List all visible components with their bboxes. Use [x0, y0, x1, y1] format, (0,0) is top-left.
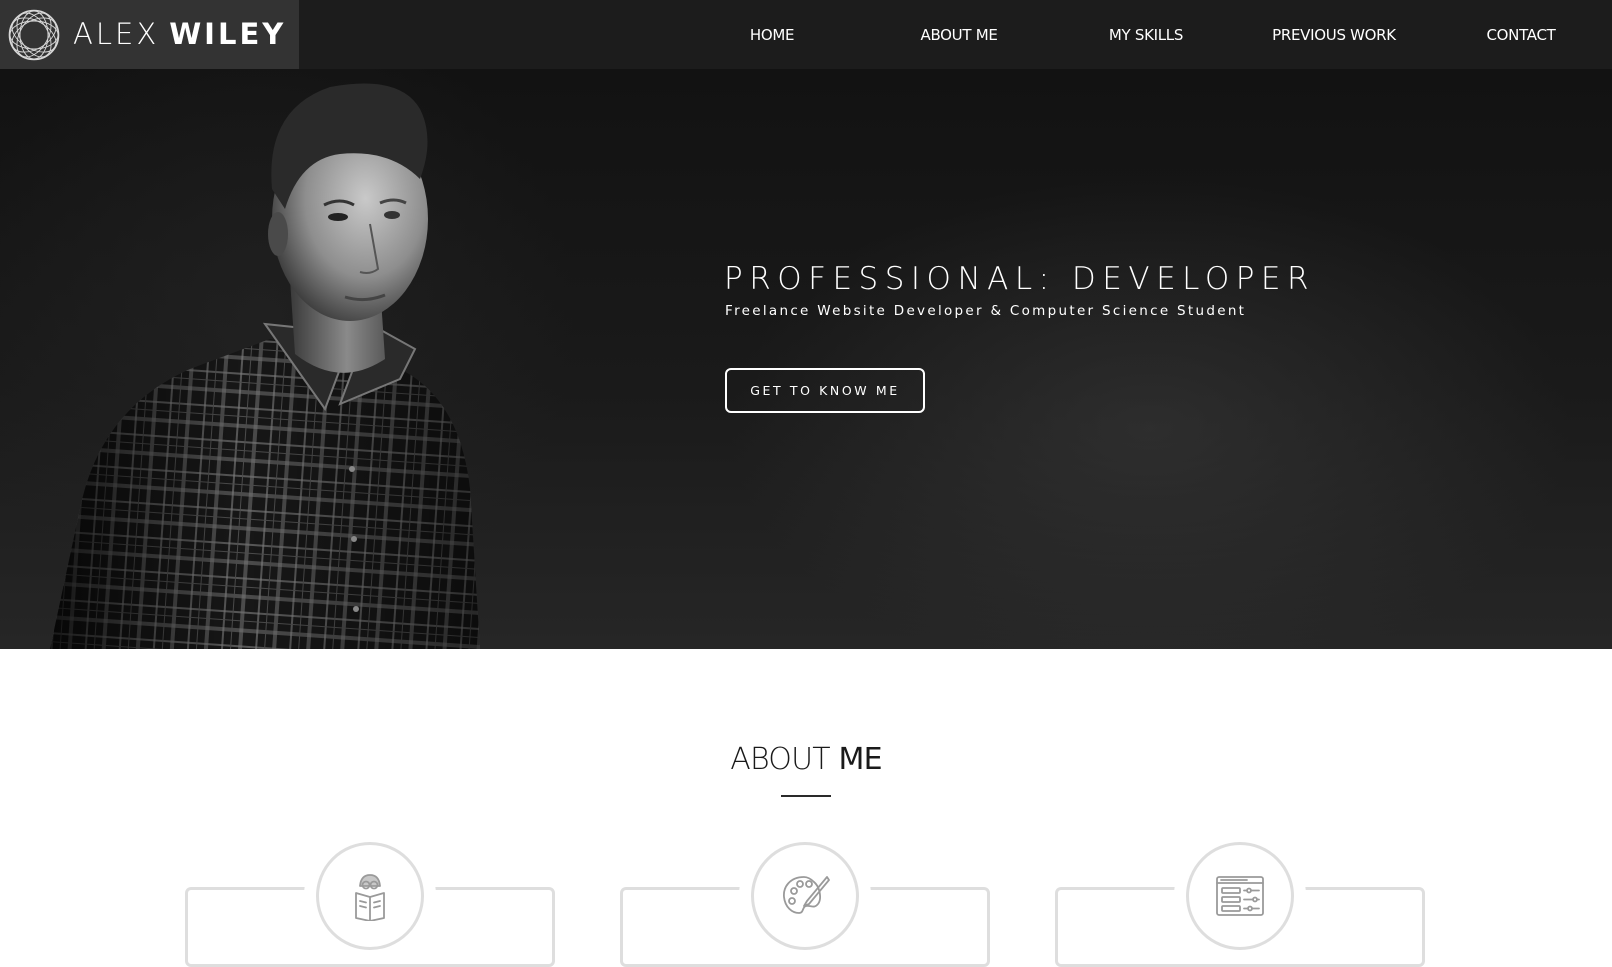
settings-panel-icon [1216, 876, 1264, 916]
hero-subtitle: Freelance Website Developer & Computer S… [725, 303, 1247, 319]
about-card-3-icon-ring [1186, 842, 1294, 950]
brand-home-link[interactable]: ALEX WILEY [0, 0, 299, 69]
about-heading-light: ABOUT [730, 742, 830, 777]
about-heading-bold: ME [838, 742, 883, 777]
get-to-know-me-button[interactable]: GET TO KNOW ME [725, 368, 925, 413]
about-section-heading: ABOUT ME [0, 738, 1612, 782]
reading-student-icon [355, 874, 385, 921]
brand-name: ALEX WILEY [73, 15, 286, 53]
black-and-white-portrait-photo [50, 83, 480, 649]
about-card-2-icon-ring [751, 842, 859, 950]
nav-item-home[interactable]: HOME [712, 0, 832, 69]
nav-item-previous-work[interactable]: PREVIOUS WORK [1264, 0, 1404, 69]
hero-title: PROFESSIONAL: DEVELOPER [724, 261, 1316, 297]
heading-underline-divider [781, 795, 831, 797]
top-navigation-bar: ALEX WILEY HOME ABOUT ME MY SKILLS PREVIO… [0, 0, 1612, 69]
paint-palette-icon [783, 876, 830, 914]
nav-item-about-me[interactable]: ABOUT ME [899, 0, 1019, 69]
nav-item-contact[interactable]: CONTACT [1461, 0, 1581, 69]
hero-section: PROFESSIONAL: DEVELOPER Freelance Websit… [0, 69, 1612, 649]
brand-last-name: WILEY [169, 17, 287, 51]
brand-first-name: ALEX [73, 17, 160, 51]
nav-item-my-skills[interactable]: MY SKILLS [1086, 0, 1206, 69]
about-card-1-icon-ring [316, 842, 424, 950]
circular-weave-logo-icon [8, 9, 60, 61]
